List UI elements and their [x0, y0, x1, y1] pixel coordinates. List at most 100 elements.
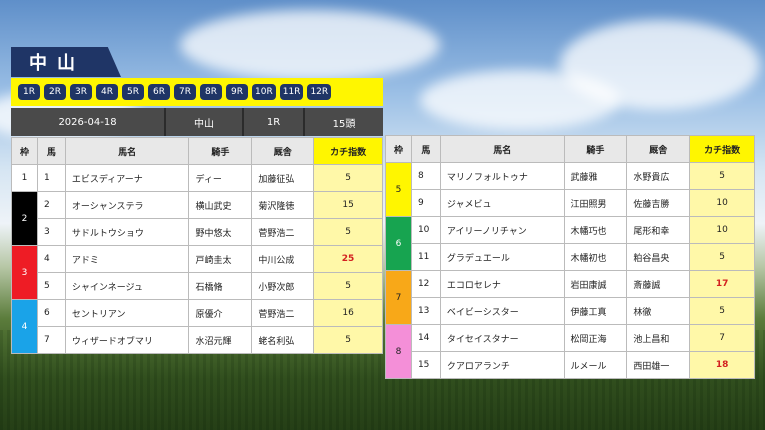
table-row: 3 サドルトウショウ 野中悠太 菅野浩二 5 [12, 218, 383, 246]
stable-name: 小野次郎 [251, 272, 315, 300]
score-cell: 7 [689, 324, 755, 352]
stable-name: 尾形和幸 [626, 216, 691, 244]
col-score: カチ指数 [689, 135, 755, 163]
horse-name: タイセイスタナー [439, 324, 565, 352]
race-button-9r[interactable]: 9R [226, 84, 248, 100]
col-name: 馬名 [439, 135, 565, 163]
score-cell: 17 [689, 270, 755, 298]
col-score: カチ指数 [313, 137, 383, 165]
jockey-name: 横山武史 [188, 191, 253, 219]
stable-name: 加藤征弘 [251, 164, 315, 192]
jockey-name: 原優介 [188, 299, 253, 327]
race-button-1r[interactable]: 1R [18, 84, 40, 100]
uma-cell: 5 [36, 272, 66, 300]
horse-name: アイリーノリチャン [439, 216, 565, 244]
score-cell: 5 [689, 243, 755, 271]
race-button-7r[interactable]: 7R [174, 84, 196, 100]
horse-name: ジャメビュ [439, 189, 565, 217]
stable-name: 菊沢隆徳 [251, 191, 315, 219]
uma-cell: 13 [410, 297, 441, 325]
race-button-5r[interactable]: 5R [122, 84, 144, 100]
horse-name: サドルトウショウ [64, 218, 190, 246]
horse-name: エビスディアーナ [64, 164, 190, 192]
race-info-bar: 2026-04-18 中山 1R 15頭 [11, 108, 383, 136]
uma-cell: 4 [36, 245, 66, 273]
uma-cell: 9 [410, 189, 441, 217]
jockey-name: 水沼元輝 [188, 326, 253, 354]
race-number: 1R [244, 108, 305, 136]
horse-name: ウィザードオブマリ [64, 326, 190, 354]
race-button-11r[interactable]: 11R [279, 84, 304, 100]
uma-cell: 3 [36, 218, 66, 246]
col-waku: 枠 [11, 137, 38, 165]
entries-table-right: 枠 馬 馬名 騎手 厩舎 カチ指数 5 8 マリノフォルトゥナ 武藤雅 水野貴広… [385, 135, 755, 379]
table-row: 7 12 エコロセレナ 岩田康誠 斎藤誠 17 [385, 270, 755, 325]
jockey-name: 岩田康誠 [563, 270, 628, 298]
race-button-8r[interactable]: 8R [200, 84, 222, 100]
table-row: 5 8 マリノフォルトゥナ 武藤雅 水野貴広 5 [385, 162, 755, 217]
jockey-name: 木幡巧也 [563, 216, 628, 244]
horse-name: エコロセレナ [439, 270, 565, 298]
stable-name: 水野貴広 [626, 162, 691, 190]
race-button-10r[interactable]: 10R [252, 84, 276, 100]
uma-cell: 8 [410, 162, 441, 190]
stable-name: 粕谷昌央 [626, 243, 691, 271]
stable-name: 佐藤吉勝 [626, 189, 691, 217]
race-date: 2026-04-18 [11, 108, 166, 136]
horse-name: ベイビーシスター [439, 297, 565, 325]
table-row: 7 ウィザードオブマリ 水沼元輝 蛯名利弘 5 [12, 326, 383, 354]
jockey-name: 野中悠太 [188, 218, 253, 246]
waku-cell: 5 [385, 162, 412, 217]
jockey-name: 木幡初也 [563, 243, 628, 271]
horse-name: クアロアランチ [439, 351, 565, 379]
col-jockey: 騎手 [563, 135, 628, 163]
jockey-name: 伊藤工真 [563, 297, 628, 325]
race-place: 中山 [166, 108, 244, 136]
stable-name: 菅野浩二 [251, 299, 315, 327]
cloud [180, 10, 440, 80]
race-button-2r[interactable]: 2R [44, 84, 66, 100]
race-selector: 1R 2R 3R 4R 5R 6R 7R 8R 9R 10R 11R 12R [11, 78, 383, 106]
col-uma: 馬 [410, 135, 441, 163]
score-cell: 5 [689, 162, 755, 190]
score-cell: 15 [313, 191, 383, 219]
col-name: 馬名 [64, 137, 190, 165]
col-uma: 馬 [36, 137, 66, 165]
score-cell: 10 [689, 216, 755, 244]
uma-cell: 15 [410, 351, 441, 379]
jockey-name: 松岡正海 [563, 324, 628, 352]
waku-cell: 3 [11, 245, 38, 300]
table-row: 15 クアロアランチ ルメール 西田雄一 18 [386, 351, 755, 379]
table-row: 6 10 アイリーノリチャン 木幡巧也 尾形和幸 10 [385, 216, 755, 271]
jockey-name: 江田照男 [563, 189, 628, 217]
col-waku: 枠 [385, 135, 412, 163]
waku-cell: 6 [385, 216, 412, 271]
table-row: 1 1 エビスディアーナ ディー 加藤征弘 5 [11, 164, 383, 192]
uma-cell: 11 [410, 243, 441, 271]
stable-name: 林徹 [626, 297, 691, 325]
horse-name: シャインネージュ [64, 272, 190, 300]
race-button-12r[interactable]: 12R [307, 84, 332, 100]
race-button-4r[interactable]: 4R [96, 84, 118, 100]
score-cell: 16 [313, 299, 383, 327]
table-row: 9 ジャメビュ 江田照男 佐藤吉勝 10 [386, 189, 755, 217]
venue-title: 中山 [11, 47, 121, 77]
score-cell: 10 [689, 189, 755, 217]
waku-cell: 8 [385, 324, 412, 379]
score-cell: 18 [689, 351, 755, 379]
jockey-name: 戸崎圭太 [188, 245, 253, 273]
stable-name: 蛯名利弘 [251, 326, 315, 354]
waku-cell: 7 [385, 270, 412, 325]
stable-name: 中川公成 [251, 245, 315, 273]
race-button-6r[interactable]: 6R [148, 84, 170, 100]
stable-name: 菅野浩二 [251, 218, 315, 246]
score-cell: 25 [313, 245, 383, 273]
entries-table-left: 枠 馬 馬名 騎手 厩舎 カチ指数 1 1 エビスディアーナ ディー 加藤征弘 … [11, 137, 383, 354]
col-stable: 厩舎 [626, 135, 691, 163]
race-button-3r[interactable]: 3R [70, 84, 92, 100]
table-row: 13 ベイビーシスター 伊藤工真 林徹 5 [386, 297, 755, 325]
col-jockey: 騎手 [188, 137, 253, 165]
jockey-name: 石橋脩 [188, 272, 253, 300]
uma-cell: 12 [410, 270, 441, 298]
uma-cell: 2 [36, 191, 66, 219]
